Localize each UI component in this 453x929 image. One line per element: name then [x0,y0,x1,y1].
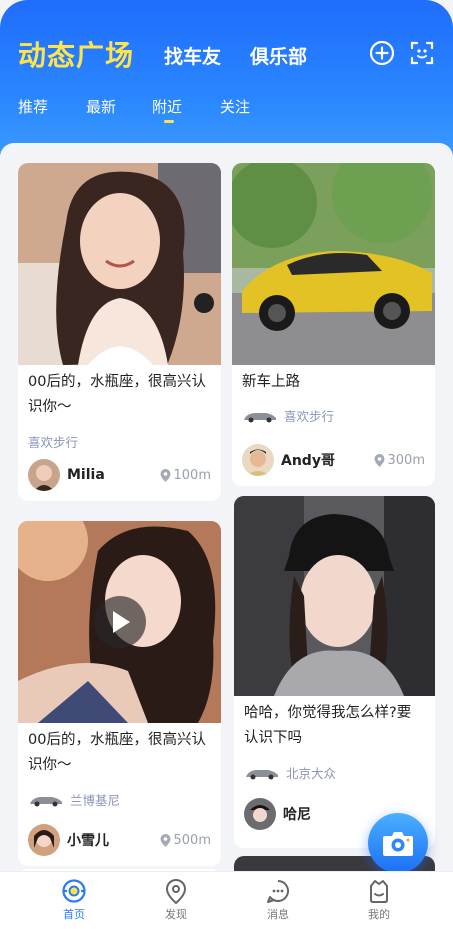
post-tag-label: 喜欢步行 [28,435,79,450]
post-card[interactable]: 00后的，水瓶座，很高兴认识你～ 喜欢步行 Milia 100m [18,163,221,501]
tab-home[interactable]: 首页 [44,878,104,922]
home-icon [62,879,86,903]
tab-discover[interactable]: 发现 [146,878,206,922]
subtab-recommend[interactable]: 推荐 [18,96,48,117]
play-icon [112,611,130,633]
play-button[interactable] [93,596,146,648]
location-pin-icon [160,833,171,847]
tab-label: 我的 [368,908,390,921]
post-author[interactable]: Andy哥 300m [242,443,425,477]
location-pin-icon [374,453,385,467]
post-text: 00后的，水瓶座，很高兴认识你～ [28,374,206,415]
post-card[interactable]: 00后的，水瓶座，很高兴认识你～ 兰博基尼 小雪儿 500m [18,521,221,866]
distance: 500m [160,833,211,848]
profile-icon [370,880,388,903]
car-icon [246,769,278,779]
post-image[interactable] [232,163,435,365]
post-image[interactable] [234,496,435,696]
subtab-following[interactable]: 关注 [220,96,250,117]
subtab-nearby[interactable]: 附近 [152,96,182,117]
scan-icon[interactable] [409,40,435,66]
add-circle-icon[interactable] [369,40,395,66]
camera-icon [383,832,413,856]
post-tag: 喜欢步行 [242,406,334,425]
post-tag-label: 喜欢步行 [284,409,335,424]
tab-profile[interactable]: 我的 [349,878,409,922]
avatar[interactable] [242,444,274,476]
post-tag: 兰博基尼 [28,790,120,809]
distance-value: 500m [173,832,211,848]
author-name: Andy哥 [281,453,335,469]
distance-value: 100m [173,467,211,483]
post-author[interactable]: Milia 100m [28,458,211,492]
message-icon [267,880,289,903]
tab-messages[interactable]: 消息 [248,878,308,922]
tab-club[interactable]: 俱乐部 [250,42,307,69]
distance: 100m [160,468,211,483]
car-icon [30,796,62,806]
post-tag-label: 兰博基尼 [70,793,121,808]
feed[interactable]: 00后的，水瓶座，很高兴认识你～ 喜欢步行 Milia 100m 新车上路 喜欢… [0,143,453,873]
bottom-tab-bar: 首页 发现 消息 我的 [0,871,453,929]
header: 动态广场 找车友 俱乐部 推荐 最新 附近 关注 [0,0,453,160]
distance: 300m [374,453,425,468]
post-author[interactable]: 小雪儿 500m [28,823,211,857]
tab-label: 首页 [63,908,85,921]
location-icon [165,878,187,904]
location-pin-icon [160,468,171,482]
distance-value: 300m [387,452,425,468]
post-text: 新车上路 [242,374,300,390]
subtab-active-indicator [164,120,174,123]
post-tag: 北京大众 [244,763,336,782]
post-image[interactable] [18,521,221,723]
post-image[interactable] [18,163,221,365]
tab-find-friends[interactable]: 找车友 [164,42,221,69]
avatar[interactable] [28,824,60,856]
subtab-latest[interactable]: 最新 [86,96,116,117]
tab-label: 消息 [267,908,289,921]
avatar[interactable] [28,459,60,491]
author-name: Milia [67,467,105,483]
car-icon [244,412,276,422]
camera-button[interactable] [368,813,428,873]
post-text: 哈哈，你觉得我怎么样?要认识下吗 [244,705,412,746]
title-row: 动态广场 找车友 俱乐部 [18,34,435,74]
avatar[interactable] [244,798,276,830]
post-card[interactable]: 新车上路 喜欢步行 Andy哥 300m [232,163,435,486]
tab-label: 发现 [165,908,187,921]
author-name: 小雪儿 [67,833,109,849]
page-title: 动态广场 [18,39,135,72]
post-card[interactable]: 哈哈，你觉得我怎么样?要认识下吗 北京大众 哈尼 [234,496,435,848]
post-text: 00后的，水瓶座，很高兴认识你～ [28,732,206,773]
post-tag-label: 北京大众 [286,766,337,781]
post-tag: 喜欢步行 [28,432,78,451]
